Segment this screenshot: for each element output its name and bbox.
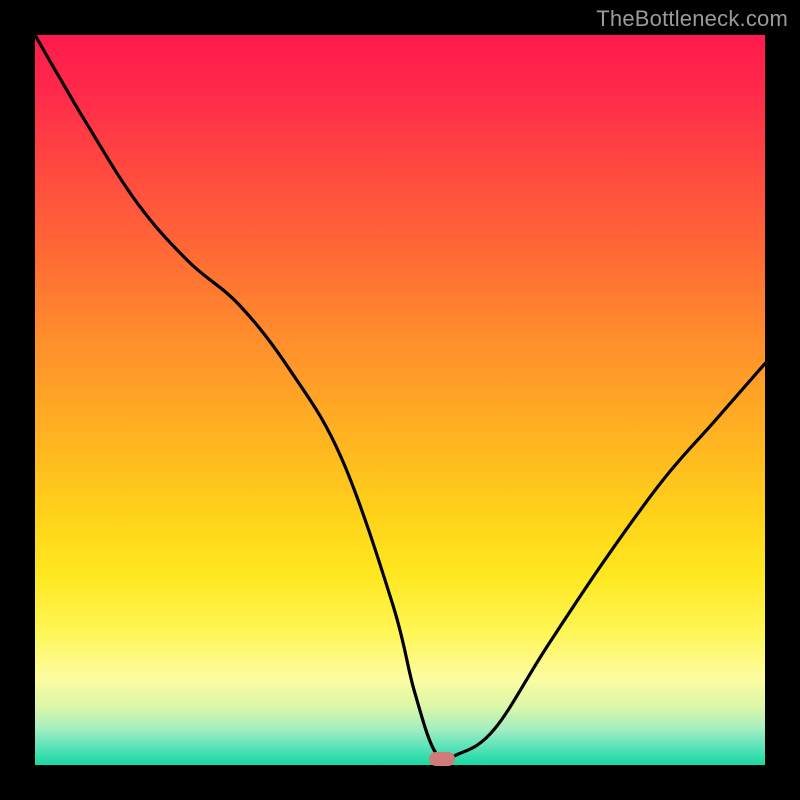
bottleneck-curve xyxy=(35,35,765,765)
chart-stage: TheBottleneck.com xyxy=(0,0,800,800)
plot-area xyxy=(35,35,765,765)
watermark-text: TheBottleneck.com xyxy=(596,6,788,32)
optimal-marker xyxy=(429,752,455,766)
